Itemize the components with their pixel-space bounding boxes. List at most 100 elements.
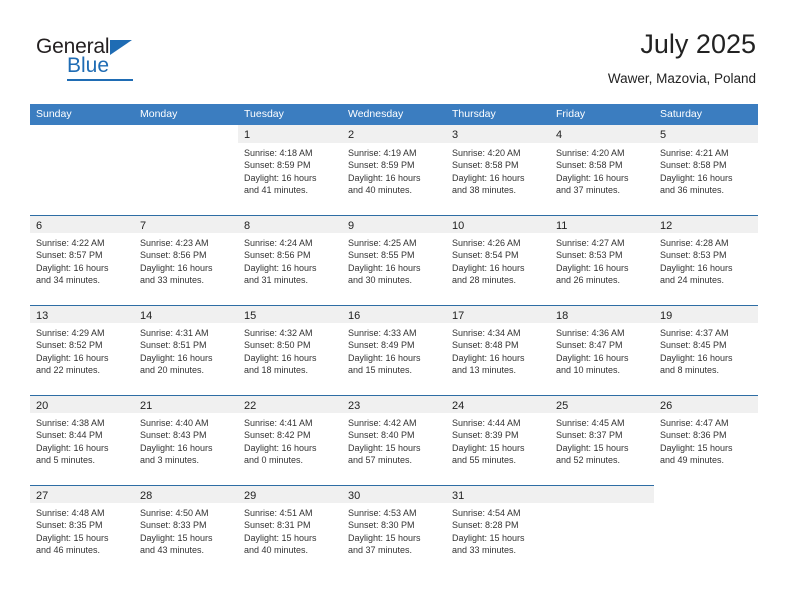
day-info-sunset: Sunset: 8:43 PM: [140, 430, 207, 441]
calendar-day-cell[interactable]: 19 Sunrise: 4:37 AM Sunset: 8:45 PM Dayligh…: [654, 305, 758, 395]
calendar-day-cell[interactable]: 16 Sunrise: 4:33 AM Sunset: 8:49 PM Dayligh…: [342, 305, 446, 395]
day-info-sunrise: Sunrise: 4:36 AM: [556, 328, 625, 338]
day-info-daylight1: Daylight: 16 hours: [556, 262, 629, 273]
day-info-sunset: Sunset: 8:33 PM: [140, 520, 207, 531]
day-info-sunset: Sunset: 8:44 PM: [36, 430, 103, 441]
day-number-band: 31: [446, 485, 550, 503]
day-info-sunrise: Sunrise: 4:41 AM: [244, 418, 313, 428]
day-info-daylight1: Daylight: 16 hours: [244, 352, 317, 363]
calendar-day-cell[interactable]: 3 Sunrise: 4:20 AM Sunset: 8:58 PM Daylight…: [446, 125, 550, 215]
page-header: General Blue July 2025 Wawer, Mazovia, P…: [0, 0, 792, 100]
day-number: 31: [452, 490, 465, 502]
day-info-sunset: Sunset: 8:59 PM: [244, 160, 311, 171]
day-number-band: 7: [134, 215, 238, 233]
day-sun-info: Sunrise: 4:29 AM Sunset: 8:52 PM Daylight:…: [30, 323, 134, 377]
calendar-day-cell[interactable]: 13 Sunrise: 4:29 AM Sunset: 8:52 PM Dayligh…: [30, 305, 134, 395]
calendar-day-cell[interactable]: 17 Sunrise: 4:34 AM Sunset: 8:48 PM Dayligh…: [446, 305, 550, 395]
page-title: July 2025: [640, 29, 756, 59]
day-info-daylight1: Daylight: 16 hours: [36, 352, 109, 363]
day-info-daylight1: Daylight: 15 hours: [452, 442, 525, 453]
calendar-day-cell[interactable]: 4 Sunrise: 4:20 AM Sunset: 8:58 PM Daylight…: [550, 125, 654, 215]
calendar-day-cell[interactable]: 22 Sunrise: 4:41 AM Sunset: 8:42 PM Dayligh…: [238, 395, 342, 485]
day-info-daylight2: and 30 minutes.: [348, 275, 413, 286]
day-sun-info: Sunrise: 4:26 AM Sunset: 8:54 PM Daylight:…: [446, 233, 550, 287]
day-info-sunset: Sunset: 8:31 PM: [244, 520, 311, 531]
day-number-band: 22: [238, 395, 342, 413]
calendar-day-cell[interactable]: 14 Sunrise: 4:31 AM Sunset: 8:51 PM Dayligh…: [134, 305, 238, 395]
title-block: July 2025 Wawer, Mazovia, Poland: [608, 28, 756, 87]
day-info-sunrise: Sunrise: 4:48 AM: [36, 508, 105, 518]
calendar-day-cell: [550, 485, 654, 575]
calendar-week-row: 13 Sunrise: 4:29 AM Sunset: 8:52 PM Dayligh…: [30, 305, 758, 395]
day-number-band: 26: [654, 395, 758, 413]
day-info-sunset: Sunset: 8:57 PM: [36, 250, 103, 261]
day-sun-info: Sunrise: 4:20 AM Sunset: 8:58 PM Daylight:…: [446, 143, 550, 197]
calendar-day-cell[interactable]: 2 Sunrise: 4:19 AM Sunset: 8:59 PM Daylight…: [342, 125, 446, 215]
calendar-day-cell[interactable]: 7 Sunrise: 4:23 AM Sunset: 8:56 PM Daylight…: [134, 215, 238, 305]
calendar-day-cell[interactable]: 5 Sunrise: 4:21 AM Sunset: 8:58 PM Daylight…: [654, 125, 758, 215]
day-number: 4: [556, 129, 563, 141]
day-info-daylight2: and 55 minutes.: [452, 455, 517, 466]
day-info-daylight1: Daylight: 16 hours: [140, 262, 213, 273]
calendar-day-cell[interactable]: 18 Sunrise: 4:36 AM Sunset: 8:47 PM Dayligh…: [550, 305, 654, 395]
logo-text-blue: Blue: [67, 54, 110, 77]
calendar-day-cell[interactable]: 29 Sunrise: 4:51 AM Sunset: 8:31 PM Dayligh…: [238, 485, 342, 575]
day-number: 30: [348, 490, 361, 502]
day-info-daylight1: Daylight: 16 hours: [660, 172, 733, 183]
calendar-page: General Blue July 2025 Wawer, Mazovia, P…: [0, 0, 792, 612]
day-info-daylight1: Daylight: 16 hours: [36, 262, 109, 273]
day-number: 15: [244, 310, 257, 322]
calendar-week-row: 20 Sunrise: 4:38 AM Sunset: 8:44 PM Dayligh…: [30, 395, 758, 485]
calendar-day-cell[interactable]: 10 Sunrise: 4:26 AM Sunset: 8:54 PM Dayligh…: [446, 215, 550, 305]
day-info-daylight2: and 52 minutes.: [556, 455, 621, 466]
calendar-day-cell[interactable]: 31 Sunrise: 4:54 AM Sunset: 8:28 PM Dayligh…: [446, 485, 550, 575]
day-info-sunrise: Sunrise: 4:33 AM: [348, 328, 417, 338]
day-info-sunrise: Sunrise: 4:24 AM: [244, 238, 313, 248]
day-number: 25: [556, 400, 569, 412]
calendar-day-cell[interactable]: 12 Sunrise: 4:28 AM Sunset: 8:53 PM Dayligh…: [654, 215, 758, 305]
day-info-daylight2: and 24 minutes.: [660, 275, 725, 286]
day-number-band: 30: [342, 485, 446, 503]
day-info-sunrise: Sunrise: 4:51 AM: [244, 508, 313, 518]
calendar-weeks: 1 Sunrise: 4:18 AM Sunset: 8:59 PM Daylight…: [30, 125, 758, 575]
day-info-sunrise: Sunrise: 4:34 AM: [452, 328, 521, 338]
calendar-day-cell[interactable]: 21 Sunrise: 4:40 AM Sunset: 8:43 PM Dayligh…: [134, 395, 238, 485]
day-info-sunset: Sunset: 8:52 PM: [36, 340, 103, 351]
calendar-day-cell[interactable]: 24 Sunrise: 4:44 AM Sunset: 8:39 PM Dayligh…: [446, 395, 550, 485]
calendar-day-cell[interactable]: 9 Sunrise: 4:25 AM Sunset: 8:55 PM Daylight…: [342, 215, 446, 305]
day-number-band: 11: [550, 215, 654, 233]
day-sun-info: Sunrise: 4:54 AM Sunset: 8:28 PM Daylight:…: [446, 503, 550, 557]
day-number: 6: [36, 220, 43, 232]
day-sun-info: Sunrise: 4:21 AM Sunset: 8:58 PM Daylight:…: [654, 143, 758, 197]
calendar-day-cell[interactable]: 11 Sunrise: 4:27 AM Sunset: 8:53 PM Dayligh…: [550, 215, 654, 305]
calendar-day-cell[interactable]: 25 Sunrise: 4:45 AM Sunset: 8:37 PM Dayligh…: [550, 395, 654, 485]
calendar-day-cell[interactable]: 23 Sunrise: 4:42 AM Sunset: 8:40 PM Dayligh…: [342, 395, 446, 485]
day-info-daylight1: Daylight: 15 hours: [140, 532, 213, 543]
location-subtitle: Wawer, Mazovia, Poland: [607, 71, 756, 86]
day-sun-info: Sunrise: 4:47 AM Sunset: 8:36 PM Daylight:…: [654, 413, 758, 467]
calendar-day-cell[interactable]: 15 Sunrise: 4:32 AM Sunset: 8:50 PM Dayligh…: [238, 305, 342, 395]
day-info-daylight1: Daylight: 15 hours: [452, 532, 525, 543]
day-info-sunset: Sunset: 8:50 PM: [244, 340, 311, 351]
day-info-sunrise: Sunrise: 4:31 AM: [140, 328, 209, 338]
calendar-day-cell[interactable]: 30 Sunrise: 4:53 AM Sunset: 8:30 PM Dayligh…: [342, 485, 446, 575]
calendar-cell-empty: [654, 485, 758, 575]
day-of-week-header-tuesday: Tuesday: [244, 108, 284, 120]
calendar-day-cell[interactable]: 6 Sunrise: 4:22 AM Sunset: 8:57 PM Daylight…: [30, 215, 134, 305]
calendar-day-cell[interactable]: 26 Sunrise: 4:47 AM Sunset: 8:36 PM Dayligh…: [654, 395, 758, 485]
calendar-day-cell[interactable]: 1 Sunrise: 4:18 AM Sunset: 8:59 PM Daylight…: [238, 125, 342, 215]
calendar-cell-empty: [30, 125, 134, 215]
day-number-band: 20: [30, 395, 134, 413]
day-info-daylight2: and 0 minutes.: [244, 455, 304, 466]
calendar-day-cell[interactable]: 28 Sunrise: 4:50 AM Sunset: 8:33 PM Dayligh…: [134, 485, 238, 575]
day-sun-info: Sunrise: 4:44 AM Sunset: 8:39 PM Daylight:…: [446, 413, 550, 467]
calendar-day-cell[interactable]: 20 Sunrise: 4:38 AM Sunset: 8:44 PM Dayligh…: [30, 395, 134, 485]
day-info-daylight1: Daylight: 15 hours: [660, 442, 733, 453]
calendar-day-cell[interactable]: 8 Sunrise: 4:24 AM Sunset: 8:56 PM Daylight…: [238, 215, 342, 305]
day-info-daylight1: Daylight: 16 hours: [556, 172, 629, 183]
calendar-day-cell[interactable]: 27 Sunrise: 4:48 AM Sunset: 8:35 PM Dayligh…: [30, 485, 134, 575]
day-info-daylight1: Daylight: 16 hours: [244, 262, 317, 273]
day-number-band: 15: [238, 305, 342, 323]
logo-triangle-icon: [110, 40, 132, 55]
day-number: 9: [348, 220, 355, 232]
